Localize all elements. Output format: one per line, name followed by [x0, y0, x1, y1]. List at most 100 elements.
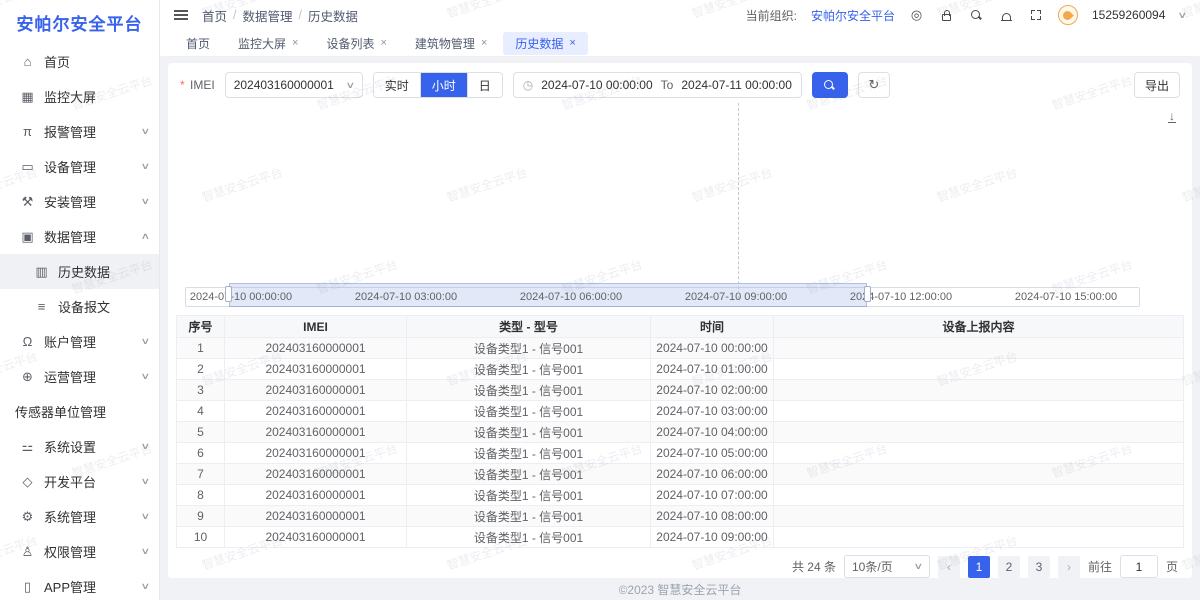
app-icon: ▯ [20, 579, 35, 595]
tab-bar: 首页监控大屏×设备列表× 建筑物管理 × 历史数据 × [160, 30, 1200, 57]
tab-close-icon[interactable]: × [569, 37, 575, 49]
mode-button-日[interactable]: 日 [468, 73, 502, 97]
history-chart [176, 101, 1184, 273]
imei-select[interactable]: 202403160000001 ∨ [225, 72, 363, 98]
sidebar-item-settings[interactable]: ⚍系统设置∨ [0, 429, 159, 464]
tab-device-list[interactable]: 设备列表× [314, 32, 398, 55]
date-range-picker[interactable]: ◷ 2024-07-10 00:00:00 To 2024-07-11 00:0… [513, 72, 802, 98]
sidebar-item-history-data[interactable]: ▥历史数据 [0, 254, 159, 289]
cell-seq: 9 [177, 506, 225, 527]
table-row: 7202403160000001设备类型1 - 信号0012024-07-10 … [177, 464, 1184, 485]
page-size-value: 10条/页 [852, 558, 893, 575]
page-button-3[interactable]: 3 [1028, 556, 1050, 578]
lock-icon[interactable] [939, 8, 954, 23]
sidebar-item-device-message[interactable]: ≡设备报文 [0, 289, 159, 324]
cell-seq: 2 [177, 359, 225, 380]
sidebar-item-device[interactable]: ▭设备管理∨ [0, 149, 159, 184]
next-page-button[interactable]: › [1058, 556, 1080, 578]
cell-report-content [774, 527, 1184, 548]
fullscreen-icon[interactable] [1029, 8, 1044, 23]
tab-home[interactable]: 首页 [174, 32, 222, 55]
menu-collapse-icon[interactable] [174, 14, 188, 16]
sidebar-item-develop[interactable]: ◇开发平台∨ [0, 464, 159, 499]
sidebar-item-app[interactable]: ▯APP管理∨ [0, 569, 159, 600]
sidebar-item-permission[interactable]: ♙权限管理∨ [0, 534, 159, 569]
table-row: 1202403160000001设备类型1 - 信号0012024-07-10 … [177, 338, 1184, 359]
footer-copyright: ©2023 智慧安全云平台 [168, 578, 1192, 600]
page-button-1[interactable]: 1 [968, 556, 990, 578]
user-menu-chevron-icon[interactable]: ∨ [1178, 10, 1188, 21]
cell-type-model: 设备类型1 - 信号001 [407, 506, 651, 527]
tab-label: 建筑物管理 [415, 35, 475, 52]
account-icon: Ω [20, 334, 35, 349]
export-button[interactable]: 导出 [1134, 72, 1180, 98]
breadcrumb-data-management[interactable]: 数据管理 [243, 6, 293, 25]
chevron-down-icon: ∨ [141, 581, 151, 592]
datazoom-handle-right[interactable] [864, 286, 871, 302]
chevron-down-icon: ∨ [141, 371, 151, 382]
date-to-value[interactable]: 2024-07-11 00:00:00 [681, 78, 792, 92]
sidebar-item-label: 安装管理 [44, 192, 142, 211]
cell-time: 2024-07-10 09:00:00 [651, 527, 774, 548]
bell-icon[interactable] [999, 8, 1014, 23]
breadcrumb-separator: / [299, 8, 302, 22]
date-to-label: To [661, 78, 674, 92]
sidebar-item-alarm[interactable]: π报警管理∨ [0, 114, 159, 149]
history-data-icon: ▥ [34, 264, 49, 280]
tab-close-icon[interactable]: × [292, 37, 298, 49]
sidebar-item-system[interactable]: ⚙系统管理∨ [0, 499, 159, 534]
locate-icon[interactable]: ◎ [909, 8, 924, 23]
cell-imei: 202403160000001 [225, 506, 407, 527]
sidebar-item-home[interactable]: ⌂首页 [0, 44, 159, 79]
datazoom-handle-left[interactable] [225, 286, 232, 302]
develop-icon: ◇ [20, 474, 35, 490]
mode-button-小时[interactable]: 小时 [421, 73, 468, 97]
table-row: 5202403160000001设备类型1 - 信号0012024-07-10 … [177, 422, 1184, 443]
cell-time: 2024-07-10 06:00:00 [651, 464, 774, 485]
user-phone[interactable]: 15259260094 [1092, 8, 1165, 22]
tab-history-data[interactable]: 历史数据 × [503, 32, 587, 55]
sidebar-item-install[interactable]: ⚒安装管理∨ [0, 184, 159, 219]
cell-time: 2024-07-10 03:00:00 [651, 401, 774, 422]
mode-button-实时[interactable]: 实时 [374, 73, 421, 97]
cell-type-model: 设备类型1 - 信号001 [407, 359, 651, 380]
cell-report-content [774, 464, 1184, 485]
column-header-time: 时间 [651, 316, 774, 338]
tab-close-icon[interactable]: × [380, 37, 386, 49]
cell-seq: 6 [177, 443, 225, 464]
breadcrumb-home[interactable]: 首页 [202, 6, 227, 25]
cell-seq: 4 [177, 401, 225, 422]
prev-page-button[interactable]: ‹ [938, 556, 960, 578]
sidebar-item-operation[interactable]: ⊕运营管理∨ [0, 359, 159, 394]
tab-monitor-screen[interactable]: 监控大屏× [226, 32, 310, 55]
sidebar-item-sensor-unit[interactable]: 传感器单位管理 [0, 394, 159, 429]
chevron-down-icon: ∨ [141, 511, 151, 522]
sidebar-item-data[interactable]: ▣数据管理∧ [0, 219, 159, 254]
search-button[interactable] [812, 72, 848, 98]
goto-page-input[interactable]: 1 [1120, 555, 1158, 578]
tab-close-icon[interactable]: × [481, 37, 487, 49]
time-mode-group: 实时小时日 [373, 72, 503, 98]
history-data-panel: * IMEI 202403160000001 ∨ 实时小时日 ◷ 2024-07… [168, 63, 1192, 578]
page-size-select[interactable]: 10条/页 ∨ [844, 555, 930, 578]
permission-icon: ♙ [20, 544, 35, 560]
refresh-button[interactable]: ↻ [858, 72, 890, 98]
timeline-tick-label: 2024-07-10 09:00:00 [685, 291, 787, 303]
avatar[interactable] [1058, 5, 1078, 25]
data-icon: ▣ [20, 229, 35, 245]
page-button-2[interactable]: 2 [998, 556, 1020, 578]
sidebar: 安帕尔安全平台 ⌂首页▦监控大屏π报警管理∨▭设备管理∨⚒安装管理∨▣数据管理∧… [0, 0, 160, 600]
search-icon[interactable] [969, 8, 984, 23]
tab-building-management[interactable]: 建筑物管理 × [403, 32, 499, 55]
cell-type-model: 设备类型1 - 信号001 [407, 464, 651, 485]
sidebar-item-label: 运营管理 [44, 367, 142, 386]
datazoom-slider[interactable]: 2024-07-10 00:00:002024-07-10 03:00:0020… [185, 287, 1140, 307]
table-row: 10202403160000001设备类型1 - 信号0012024-07-10… [177, 527, 1184, 548]
sidebar-item-monitor[interactable]: ▦监控大屏 [0, 79, 159, 114]
sidebar-item-account[interactable]: Ω账户管理∨ [0, 324, 159, 359]
current-org-value[interactable]: 安帕尔安全平台 [811, 7, 895, 24]
alarm-icon: π [20, 124, 35, 139]
date-from-value[interactable]: 2024-07-10 00:00:00 [541, 78, 652, 92]
table-row: 6202403160000001设备类型1 - 信号0012024-07-10 … [177, 443, 1184, 464]
tab-label: 历史数据 [515, 35, 563, 52]
